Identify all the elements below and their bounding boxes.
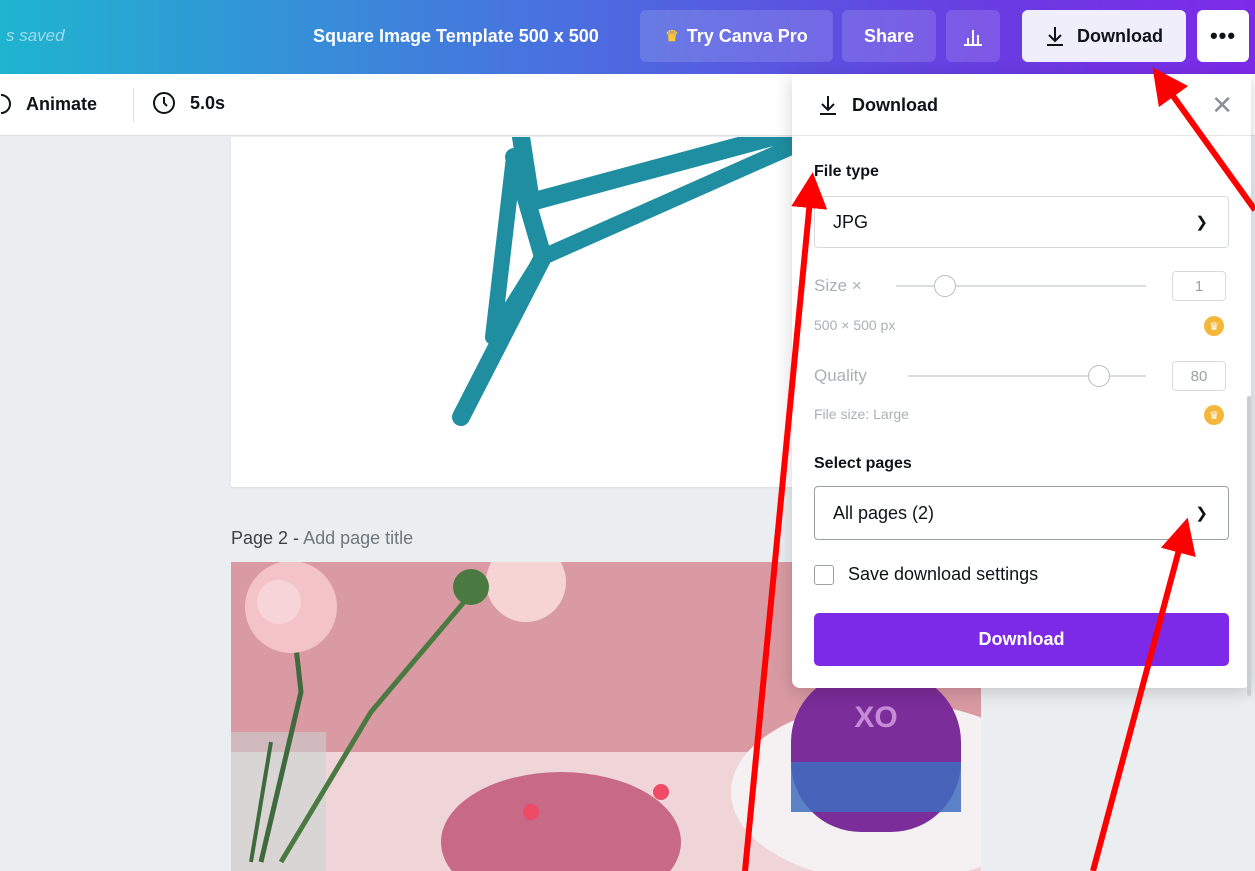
save-settings-checkbox[interactable] (814, 564, 834, 585)
quality-input[interactable]: 80 (1172, 361, 1226, 391)
animate-button[interactable]: Animate (0, 93, 97, 115)
download-panel-header: Download ✕ (792, 74, 1251, 136)
size-slider[interactable] (896, 275, 1146, 297)
duration-label: 5.0s (190, 92, 226, 113)
bar-chart-icon (964, 30, 982, 46)
size-label: Size × (814, 276, 862, 295)
page-2-title[interactable]: Page 2 - Add page title (231, 528, 413, 549)
save-settings-label: Save download settings (848, 564, 1039, 584)
file-size-text: File size: Large (814, 406, 909, 422)
select-pages-label: Select pages (814, 455, 912, 472)
animate-label: Animate (26, 93, 98, 114)
share-button[interactable]: Share (842, 10, 936, 62)
quality-slider-knob[interactable] (1088, 365, 1110, 387)
xo-text: XO (854, 701, 897, 734)
quality-slider[interactable] (908, 365, 1146, 387)
header-download-button[interactable]: Download (1022, 10, 1186, 62)
download-icon (820, 96, 836, 115)
crown-icon: ♛ (665, 28, 679, 45)
download-panel-title-text: Download (852, 94, 938, 115)
more-options-button[interactable]: ••• (1197, 10, 1249, 62)
try-canva-pro-button[interactable]: ♛ Try Canva Pro (640, 10, 833, 62)
duration-button[interactable]: 5.0s (152, 91, 225, 115)
chevron-down-icon: ❯ (1195, 214, 1208, 231)
download-panel: Download ✕ File type JPG ❯ Size × 1 500 … (792, 74, 1251, 688)
select-pages-value: All pages (2) (833, 502, 935, 523)
chevron-down-icon: ❯ (1195, 505, 1208, 522)
download-button-label: Download (978, 629, 1065, 649)
top-bar: s saved Square Image Template 500 x 500 … (0, 0, 1255, 74)
file-type-label: File type (814, 163, 879, 180)
add-page-title: Add page title (303, 528, 414, 548)
share-label: Share (863, 25, 915, 46)
try-pro-label: Try Canva Pro (686, 25, 808, 46)
download-button[interactable]: Download (814, 613, 1229, 666)
quality-label: Quality (814, 366, 867, 385)
file-type-select[interactable]: JPG ❯ (814, 196, 1229, 248)
select-pages-dropdown[interactable]: All pages (2) ❯ (814, 486, 1229, 540)
animate-icon (0, 94, 11, 114)
size-px-text: 500 × 500 px (814, 317, 896, 333)
pro-crown-icon: ♛ (1204, 405, 1224, 425)
size-slider-knob[interactable] (934, 275, 956, 297)
pro-crown-icon: ♛ (1204, 316, 1224, 336)
save-settings-row[interactable]: Save download settings (814, 564, 1038, 585)
clock-icon (153, 92, 175, 114)
toolbar-divider (133, 88, 134, 122)
file-type-value: JPG (833, 211, 869, 232)
page-2-number: Page 2 - (231, 528, 300, 548)
insights-button[interactable] (946, 10, 1000, 62)
document-title[interactable]: Square Image Template 500 x 500 (313, 26, 599, 47)
download-icon (1047, 27, 1063, 46)
scrollbar[interactable] (1247, 396, 1251, 696)
header-download-label: Download (1077, 25, 1163, 46)
close-icon[interactable]: ✕ (1211, 90, 1233, 121)
more-icon: ••• (1209, 23, 1237, 48)
save-status: s saved (6, 26, 65, 45)
download-panel-title: Download (818, 94, 938, 116)
size-input[interactable]: 1 (1172, 271, 1226, 301)
